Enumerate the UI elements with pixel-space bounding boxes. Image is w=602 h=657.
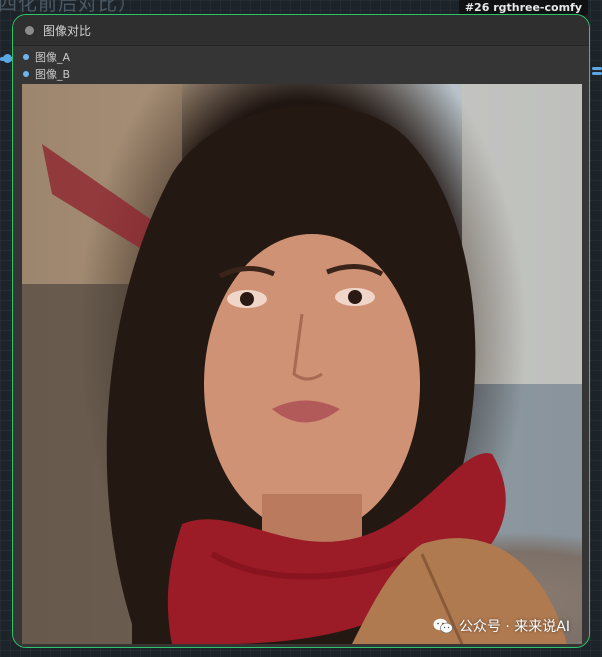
input-slot-dot-icon[interactable] bbox=[23, 71, 29, 77]
input-slot-label: 图像_B bbox=[35, 68, 71, 81]
watermark: 公众号 · 来来说AI bbox=[433, 616, 570, 636]
iris-left bbox=[240, 292, 254, 306]
input-slot-dot-icon[interactable] bbox=[23, 54, 29, 60]
watermark-text: 公众号 · 来来说AI bbox=[458, 619, 570, 635]
output-link-right-2 bbox=[592, 72, 602, 75]
image-compare-canvas[interactable]: 公众号 · 来来说AI bbox=[22, 84, 582, 644]
portrait-photo bbox=[22, 84, 582, 644]
input-slot-image-a[interactable]: 图像_A bbox=[23, 50, 70, 64]
face bbox=[204, 234, 420, 534]
building-right bbox=[462, 84, 582, 384]
node-title: 图像对比 bbox=[43, 23, 92, 38]
output-link-right-1 bbox=[592, 67, 602, 70]
collapse-toggle-icon[interactable] bbox=[25, 25, 34, 35]
wechat-icon bbox=[433, 618, 453, 634]
input-slot-image-b[interactable]: 图像_B bbox=[23, 67, 70, 81]
iris-right bbox=[348, 290, 362, 304]
node-header[interactable]: 图像对比 bbox=[13, 15, 589, 46]
input-slot-label: 图像_A bbox=[35, 51, 71, 64]
